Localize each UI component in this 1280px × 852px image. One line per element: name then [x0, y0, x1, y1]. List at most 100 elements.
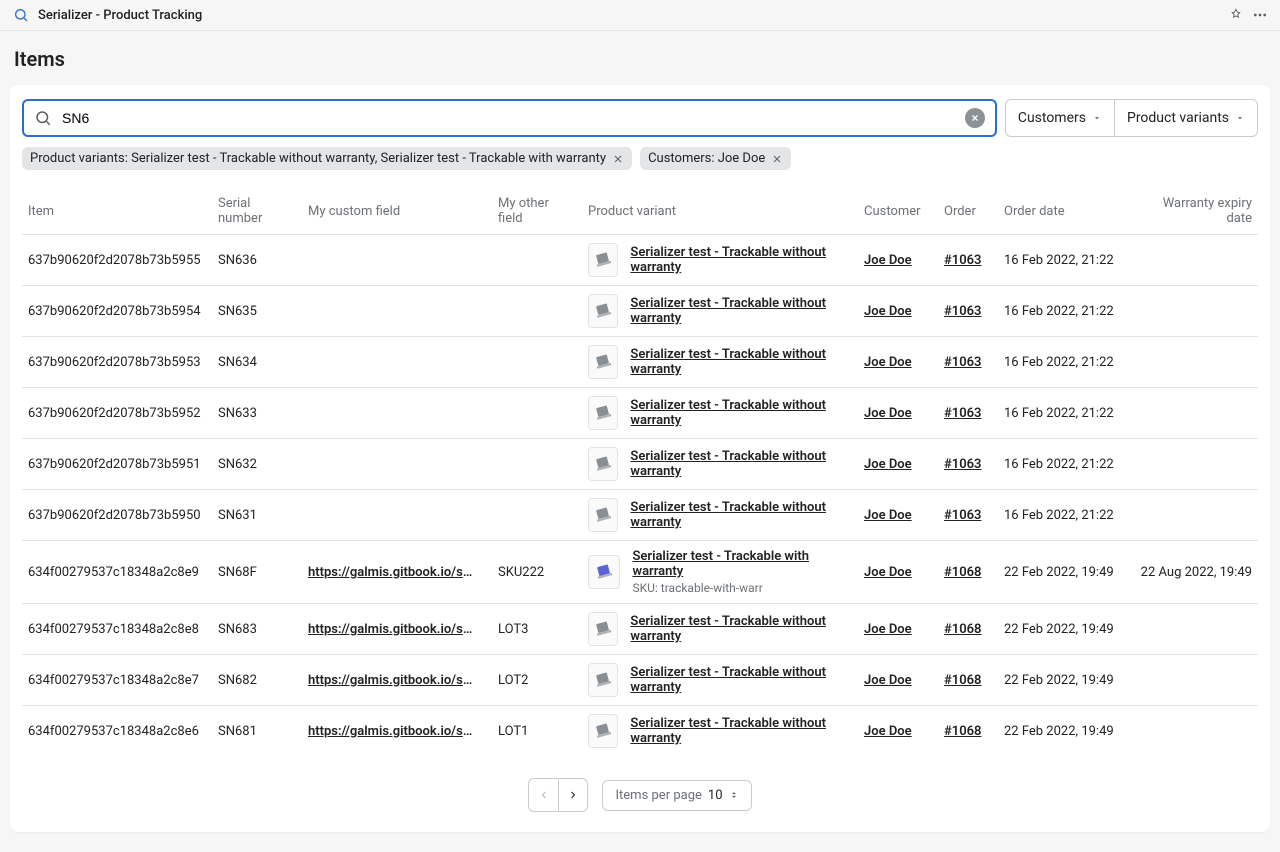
customer-link[interactable]: Joe Doe [864, 673, 912, 688]
cell-order: #1068 [938, 604, 998, 655]
filter-chip-label: Product variants: Serializer test - Trac… [30, 151, 606, 166]
page-title: Items [14, 47, 1270, 71]
cell-customer: Joe Doe [858, 286, 938, 337]
customer-link[interactable]: Joe Doe [864, 565, 912, 580]
variants-filter-label: Product variants [1127, 110, 1229, 126]
order-link[interactable]: #1068 [944, 622, 981, 637]
items-per-page-select[interactable]: Items per page 10 [602, 780, 751, 811]
customer-link[interactable]: Joe Doe [864, 406, 912, 421]
product-thumb-icon [588, 612, 618, 646]
cell-order: #1068 [938, 706, 998, 757]
cell-serial: SN682 [212, 655, 302, 706]
table-row[interactable]: 634f00279537c18348a2c8e6SN681https://gal… [22, 706, 1258, 757]
chip-remove-icon[interactable] [771, 153, 783, 165]
per-page-label: Items per page [615, 788, 701, 803]
chip-remove-icon[interactable] [612, 153, 624, 165]
cell-customer: Joe Doe [858, 388, 938, 439]
search-input[interactable] [62, 110, 965, 126]
cell-other: LOT1 [492, 706, 582, 757]
col-order: Order [938, 188, 998, 235]
variant-link[interactable]: Serializer test - Trackable without warr… [630, 245, 852, 275]
table-row[interactable]: 634f00279537c18348a2c8e7SN682https://gal… [22, 655, 1258, 706]
table-row[interactable]: 637b90620f2d2078b73b5953SN634Serializer … [22, 337, 1258, 388]
cell-date: 16 Feb 2022, 21:22 [998, 490, 1128, 541]
col-customer: Customer [858, 188, 938, 235]
cell-date: 16 Feb 2022, 21:22 [998, 286, 1128, 337]
variant-link[interactable]: Serializer test - Trackable without warr… [630, 500, 852, 530]
search-box[interactable] [22, 99, 997, 137]
cell-other [492, 388, 582, 439]
cell-order: #1063 [938, 235, 998, 286]
table-row[interactable]: 637b90620f2d2078b73b5951SN632Serializer … [22, 439, 1258, 490]
customer-link[interactable]: Joe Doe [864, 304, 912, 319]
app-search-icon [12, 6, 30, 24]
cell-order: #1063 [938, 337, 998, 388]
table-row[interactable]: 637b90620f2d2078b73b5955SN636Serializer … [22, 235, 1258, 286]
cell-other: LOT3 [492, 604, 582, 655]
table-row[interactable]: 634f00279537c18348a2c8e8SN683https://gal… [22, 604, 1258, 655]
table-row[interactable]: 634f00279537c18348a2c8e9SN68Fhttps://gal… [22, 541, 1258, 604]
order-link[interactable]: #1063 [944, 508, 981, 523]
cell-warranty [1128, 235, 1258, 286]
cell-customer: Joe Doe [858, 604, 938, 655]
pin-icon[interactable] [1228, 7, 1244, 23]
caret-down-icon [1235, 113, 1245, 123]
customer-link[interactable]: Joe Doe [864, 253, 912, 268]
customer-link[interactable]: Joe Doe [864, 622, 912, 637]
sort-double-icon [729, 788, 739, 802]
table-row[interactable]: 637b90620f2d2078b73b5954SN635 Serializer … [22, 286, 1258, 337]
variant-link[interactable]: Serializer test - Trackable without warr… [630, 296, 852, 326]
custom-link[interactable]: https://galmis.gitbook.io/seri... [308, 724, 478, 739]
cell-custom [302, 235, 492, 286]
cell-item: 634f00279537c18348a2c8e8 [22, 604, 212, 655]
caret-down-icon [1092, 113, 1102, 123]
cell-serial: SN636 [212, 235, 302, 286]
variant-link[interactable]: Serializer test - Trackable without warr… [630, 614, 852, 644]
customer-link[interactable]: Joe Doe [864, 457, 912, 472]
cell-variant: Serializer test - Trackable with warrant… [582, 541, 858, 604]
cell-serial: SN635 [212, 286, 302, 337]
cell-custom [302, 490, 492, 541]
cell-date: 16 Feb 2022, 21:22 [998, 337, 1128, 388]
custom-link[interactable]: https://galmis.gitbook.io/seri... [308, 622, 478, 637]
variant-link[interactable]: Serializer test - Trackable without warr… [630, 449, 852, 479]
order-link[interactable]: #1068 [944, 724, 981, 739]
order-link[interactable]: #1063 [944, 355, 981, 370]
cell-order: #1068 [938, 541, 998, 604]
customer-link[interactable]: Joe Doe [864, 724, 912, 739]
table-row[interactable]: 637b90620f2d2078b73b5952SN633Serializer … [22, 388, 1258, 439]
variants-filter-button[interactable]: Product variants [1114, 99, 1258, 137]
custom-link[interactable]: https://galmis.gitbook.io/seri... [308, 565, 478, 580]
order-link[interactable]: #1063 [944, 253, 981, 268]
more-icon[interactable] [1252, 7, 1268, 23]
custom-link[interactable]: https://galmis.gitbook.io/seri... [308, 673, 478, 688]
order-link[interactable]: #1068 [944, 673, 981, 688]
chevron-right-icon [567, 789, 579, 801]
variant-link[interactable]: Serializer test - Trackable without warr… [630, 665, 852, 695]
customer-link[interactable]: Joe Doe [864, 355, 912, 370]
order-link[interactable]: #1068 [944, 565, 981, 580]
variant-link[interactable]: Serializer test - Trackable without warr… [630, 398, 852, 428]
variant-link[interactable]: Serializer test - Trackable without warr… [630, 347, 852, 377]
table-row[interactable]: 637b90620f2d2078b73b5950SN631Serializer … [22, 490, 1258, 541]
order-link[interactable]: #1063 [944, 457, 981, 472]
table-header-row: Item Serial number My custom field My ot… [22, 188, 1258, 235]
col-item: Item [22, 188, 212, 235]
cell-serial: SN633 [212, 388, 302, 439]
cell-custom: https://galmis.gitbook.io/seri... [302, 706, 492, 757]
next-page-button[interactable] [558, 778, 588, 812]
order-link[interactable]: #1063 [944, 304, 981, 319]
customers-filter-button[interactable]: Customers [1005, 99, 1114, 137]
per-page-value: 10 [708, 788, 723, 803]
clear-search-button[interactable] [965, 108, 985, 128]
order-link[interactable]: #1063 [944, 406, 981, 421]
variant-link[interactable]: Serializer test - Trackable without warr… [630, 716, 852, 746]
window-title: Serializer - Product Tracking [38, 8, 202, 23]
col-custom: My custom field [302, 188, 492, 235]
cell-warranty [1128, 388, 1258, 439]
customer-link[interactable]: Joe Doe [864, 508, 912, 523]
variant-link[interactable]: Serializer test - Trackable with warrant… [632, 549, 852, 579]
cell-order: #1063 [938, 388, 998, 439]
cell-item: 637b90620f2d2078b73b5954 [22, 286, 212, 337]
prev-page-button[interactable] [528, 778, 558, 812]
